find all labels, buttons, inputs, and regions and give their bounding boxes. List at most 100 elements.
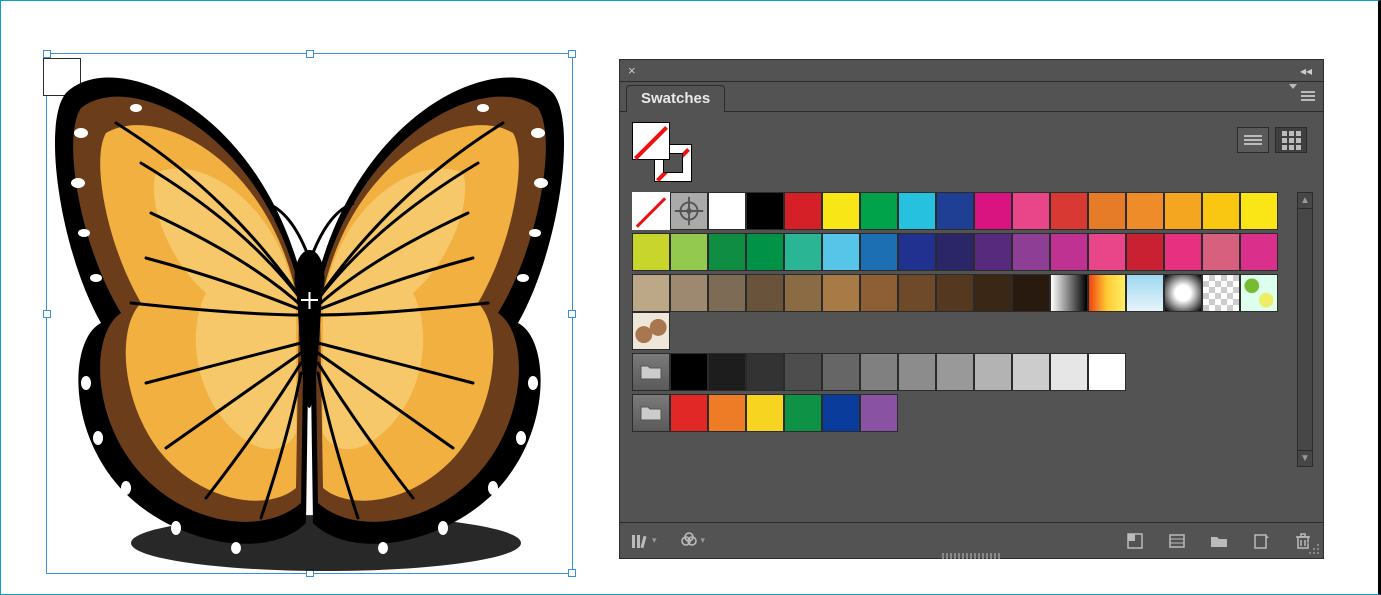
swatch-pattern-swirl[interactable] xyxy=(632,312,670,350)
list-view-button[interactable] xyxy=(1237,127,1269,153)
swatch-black2[interactable] xyxy=(670,353,708,391)
swatch-gray60[interactable] xyxy=(822,353,860,391)
swatch-br-yellow[interactable] xyxy=(746,394,784,432)
swatch-brown5[interactable] xyxy=(860,274,898,312)
swatch-checker[interactable] xyxy=(1202,274,1240,312)
swatch-sky[interactable] xyxy=(822,233,860,271)
swatch-gray45[interactable] xyxy=(898,353,936,391)
swatch-chartreuse[interactable] xyxy=(632,233,670,271)
scroll-down-icon[interactable]: ▼ xyxy=(1298,450,1312,466)
tab-swatches[interactable]: Swatches xyxy=(626,85,725,112)
swatch-tan1[interactable] xyxy=(632,274,670,312)
swatch-br-red[interactable] xyxy=(670,394,708,432)
swatch-indigo[interactable] xyxy=(936,233,974,271)
panel-drag-handle[interactable] xyxy=(942,553,1002,559)
swatch-kinds-button[interactable]: ▾ xyxy=(679,531,706,551)
swatch-tan2[interactable] xyxy=(670,274,708,312)
new-swatch-button[interactable] xyxy=(1251,531,1271,551)
swatch-lime[interactable] xyxy=(670,233,708,271)
swatch-pattern-green[interactable] xyxy=(1240,274,1278,312)
swatch-green2[interactable] xyxy=(708,233,746,271)
swatch-blue2[interactable] xyxy=(860,233,898,271)
panel-body: ▲ ▼ xyxy=(620,112,1323,522)
swatch-none[interactable] xyxy=(632,192,670,230)
swatch-orange2[interactable] xyxy=(1126,192,1164,230)
swatch-magenta[interactable] xyxy=(974,192,1012,230)
swatch-folder-gray[interactable] xyxy=(632,353,670,391)
panel-tabs: Swatches xyxy=(620,82,1323,112)
swatch-grad-sky[interactable] xyxy=(1126,274,1164,312)
swatch-br-orange[interactable] xyxy=(708,394,746,432)
swatch-gray70[interactable] xyxy=(784,353,822,391)
swatch-yellow[interactable] xyxy=(822,192,860,230)
swatch-orange[interactable] xyxy=(1088,192,1126,230)
swatch-purple[interactable] xyxy=(974,233,1012,271)
swatch-brown6[interactable] xyxy=(898,274,936,312)
butterfly-illustration[interactable] xyxy=(46,53,573,574)
swatches-panel: × ◂◂ Swatches xyxy=(619,59,1324,559)
swatch-grad-warm[interactable] xyxy=(1088,274,1126,312)
swatch-gray90[interactable] xyxy=(708,353,746,391)
swatch-options-button[interactable] xyxy=(1125,531,1145,551)
swatch-white2[interactable] xyxy=(1088,353,1126,391)
swatch-gray30[interactable] xyxy=(974,353,1012,391)
swatch-black[interactable] xyxy=(746,192,784,230)
swatch-red[interactable] xyxy=(784,192,822,230)
panel-topbar[interactable]: × ◂◂ xyxy=(620,60,1323,82)
swatch-br-blue[interactable] xyxy=(822,394,860,432)
panel-scrollbar[interactable]: ▲ ▼ xyxy=(1297,192,1313,467)
swatch-green[interactable] xyxy=(860,192,898,230)
swatch-cyan[interactable] xyxy=(898,192,936,230)
panel-menu-icon[interactable] xyxy=(1295,88,1315,106)
artboard-selection[interactable] xyxy=(46,53,573,574)
swatch-folder-bright[interactable] xyxy=(632,394,670,432)
swatch-brown3[interactable] xyxy=(784,274,822,312)
new-group-button[interactable] xyxy=(1167,531,1187,551)
swatch-blue[interactable] xyxy=(936,192,974,230)
swatch-row-4 xyxy=(632,353,1293,391)
swatch-pink[interactable] xyxy=(1088,233,1126,271)
swatch-brown2[interactable] xyxy=(746,274,784,312)
grid-view-button[interactable] xyxy=(1275,127,1307,153)
swatch-violet[interactable] xyxy=(1012,233,1050,271)
close-icon[interactable]: × xyxy=(628,64,636,77)
swatch-gray40[interactable] xyxy=(936,353,974,391)
swatch-grad-linear[interactable] xyxy=(1050,274,1088,312)
folder-icon[interactable] xyxy=(1209,531,1229,551)
swatch-gray80[interactable] xyxy=(746,353,784,391)
scroll-up-icon[interactable]: ▲ xyxy=(1298,193,1312,209)
swatch-red2[interactable] xyxy=(1050,192,1088,230)
swatch-fuchsia[interactable] xyxy=(1050,233,1088,271)
swatch-grad-radial[interactable] xyxy=(1164,274,1202,312)
swatch-libraries-button[interactable]: ▾ xyxy=(630,531,657,551)
resize-grip-icon[interactable] xyxy=(1307,542,1321,556)
swatch-brown9[interactable] xyxy=(1012,274,1050,312)
swatch-navy[interactable] xyxy=(898,233,936,271)
swatch-row-1 xyxy=(632,192,1293,230)
swatch-brown4[interactable] xyxy=(822,274,860,312)
swatch-yellow2[interactable] xyxy=(1240,192,1278,230)
swatch-magenta2[interactable] xyxy=(1240,233,1278,271)
swatch-grid xyxy=(632,192,1293,432)
swatch-brown8[interactable] xyxy=(974,274,1012,312)
fill-stroke-indicator[interactable] xyxy=(632,122,694,184)
swatch-gold[interactable] xyxy=(1202,192,1240,230)
swatch-teal[interactable] xyxy=(784,233,822,271)
swatch-registration[interactable] xyxy=(670,192,708,230)
swatch-red3[interactable] xyxy=(1126,233,1164,271)
swatch-br-green[interactable] xyxy=(784,394,822,432)
fill-swatch[interactable] xyxy=(632,122,670,160)
swatch-brown1[interactable] xyxy=(708,274,746,312)
swatch-rose[interactable] xyxy=(1012,192,1050,230)
swatch-coral[interactable] xyxy=(1202,233,1240,271)
swatch-green3[interactable] xyxy=(746,233,784,271)
collapse-icon[interactable]: ◂◂ xyxy=(1297,64,1315,78)
swatch-gray50[interactable] xyxy=(860,353,898,391)
swatch-white[interactable] xyxy=(708,192,746,230)
swatch-hotpink[interactable] xyxy=(1164,233,1202,271)
swatch-gray20[interactable] xyxy=(1012,353,1050,391)
swatch-amber[interactable] xyxy=(1164,192,1202,230)
swatch-brown7[interactable] xyxy=(936,274,974,312)
swatch-br-violet[interactable] xyxy=(860,394,898,432)
swatch-gray10[interactable] xyxy=(1050,353,1088,391)
